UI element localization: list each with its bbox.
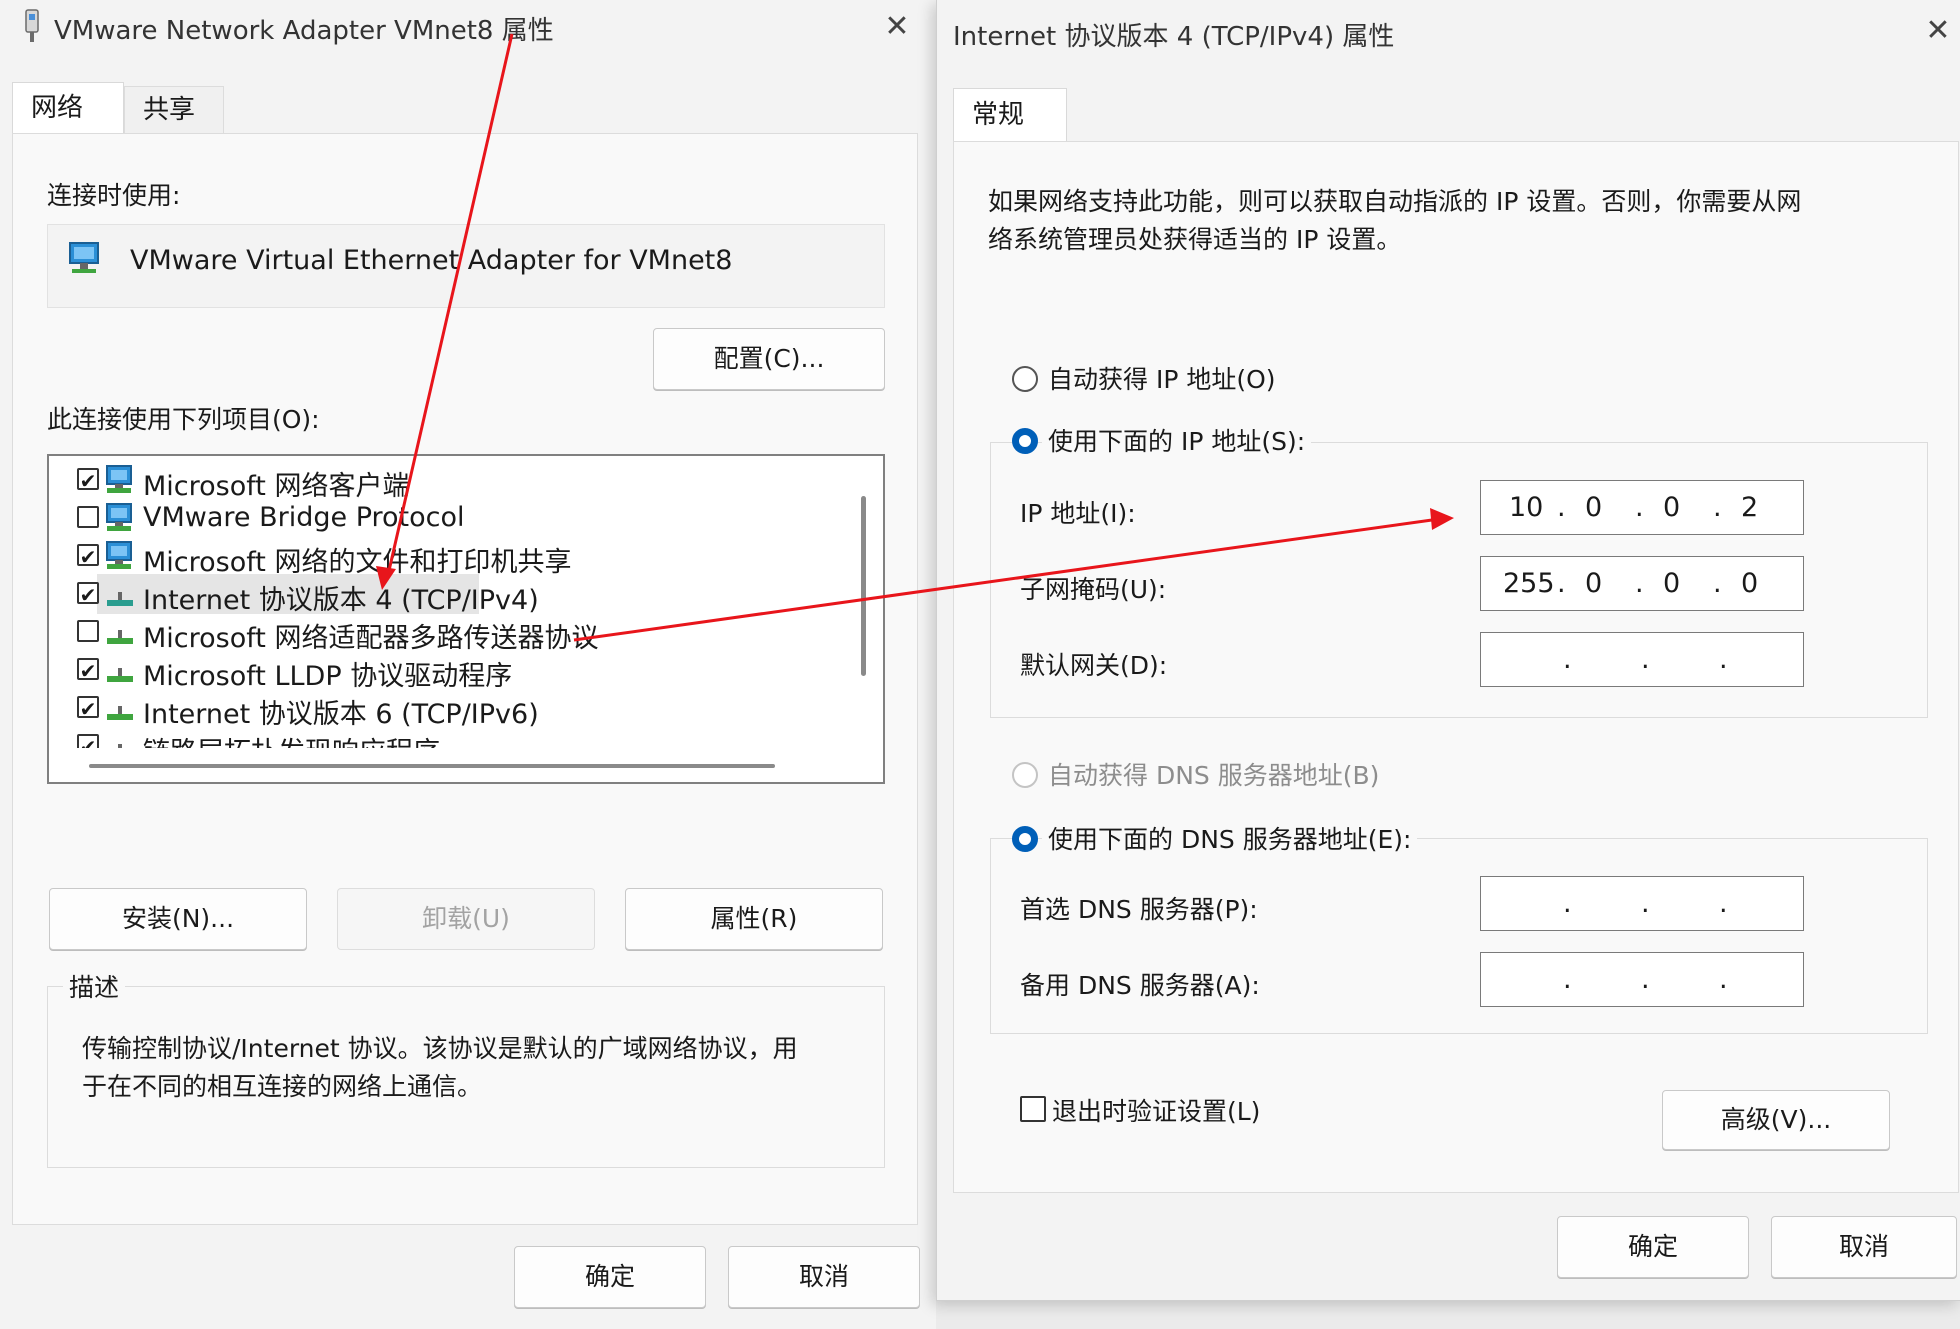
mask-octet-3: 0 (1663, 568, 1681, 599)
properties-button[interactable]: 属性(R) (625, 888, 883, 950)
tab-general[interactable]: 常规 (953, 88, 1067, 142)
install-button[interactable]: 安装(N)... (49, 888, 307, 950)
item-checkbox[interactable] (77, 620, 99, 642)
item-checkbox[interactable]: ✔ (77, 696, 99, 720)
mask-octet-4: 0 (1741, 568, 1759, 599)
network-adapter-icon (25, 9, 39, 42)
bridge-protocol-icon (106, 503, 132, 531)
manual-dns-radio[interactable] (1012, 826, 1038, 852)
item-label: VMware Bridge Protocol (143, 502, 465, 533)
ipv4-cancel-button[interactable]: 取消 (1771, 1216, 1957, 1278)
ip-dot: . (1641, 964, 1650, 995)
ip-dot: . (1641, 888, 1650, 919)
auto-dns-radio[interactable] (1012, 762, 1038, 788)
ip-dot: . (1635, 568, 1644, 599)
adapter-name: VMware Virtual Ethernet Adapter for VMne… (130, 245, 733, 276)
validate-on-exit-label: 退出时验证设置(L) (1052, 1097, 1261, 1126)
connect-using-label: 连接时使用: (47, 181, 181, 210)
manual-dns-label: 使用下面的 DNS 服务器地址(E): (1042, 820, 1418, 856)
item-checkbox[interactable]: ✔ (77, 468, 99, 492)
configure-button[interactable]: 配置(C)... (653, 328, 885, 390)
ip-dot: . (1719, 644, 1728, 675)
description-heading: 描述 (63, 968, 126, 1004)
ipv4-ok-button[interactable]: 确定 (1557, 1216, 1749, 1278)
intro-text-line-1: 如果网络支持此功能，则可以获取自动指派的 IP 设置。否则，你需要从网 (988, 187, 1802, 216)
ip-dot: . (1719, 888, 1728, 919)
protocol-icon (107, 668, 133, 682)
ip-dot: . (1713, 492, 1722, 523)
item-checkbox[interactable]: ✔ (77, 544, 99, 568)
ip-dot: . (1641, 644, 1650, 675)
tab-network[interactable]: 网络 (12, 82, 124, 134)
ethernet-adapter-icon (69, 242, 99, 273)
ip-octet-2: 0 (1585, 492, 1603, 523)
gateway-label: 默认网关(D): (1020, 651, 1168, 680)
preferred-dns-input[interactable]: . . . (1480, 876, 1804, 931)
file-printer-sharing-icon (106, 541, 132, 569)
adapter-name-box: VMware Virtual Ethernet Adapter for VMne… (47, 224, 885, 308)
item-checkbox[interactable]: ✔ (77, 582, 99, 606)
adapter-ok-button[interactable]: 确定 (514, 1246, 706, 1308)
tab-sharing-label: 共享 (143, 95, 196, 125)
description-text-line-1: 传输控制协议/Internet 协议。该协议是默认的广域网络协议，用 (82, 1034, 798, 1063)
subnet-mask-input[interactable]: 255 . 0 . 0 . 0 (1480, 556, 1804, 611)
uninstall-button[interactable]: 卸载(U) (337, 888, 595, 950)
ip-dot: . (1719, 964, 1728, 995)
ip-address-input[interactable]: 10 . 0 . 0 . 2 (1480, 480, 1804, 535)
general-tab-panel: 如果网络支持此功能，则可以获取自动指派的 IP 设置。否则，你需要从网 络系统管… (953, 141, 1959, 1193)
ip-dot: . (1557, 492, 1566, 523)
ip-octet-4: 2 (1741, 492, 1759, 523)
ipv4-dialog-titlebar: Internet 协议版本 4 (TCP/IPv4) 属性 ✕ (937, 0, 1960, 58)
protocol-icon (107, 706, 133, 720)
ip-address-label: IP 地址(I): (1020, 499, 1136, 528)
description-group: 传输控制协议/Internet 协议。该协议是默认的广域网络协议，用 于在不同的… (47, 986, 885, 1168)
adapter-dialog-title: VMware Network Adapter VMnet8 属性 (54, 16, 554, 46)
vertical-scrollbar[interactable] (861, 496, 866, 676)
ip-dot: . (1713, 568, 1722, 599)
auto-ip-label: 自动获得 IP 地址(O) (1048, 365, 1276, 394)
advanced-button[interactable]: 高级(V)... (1662, 1090, 1890, 1150)
ip-dot: . (1557, 568, 1566, 599)
ip-octet-1: 10 (1509, 492, 1544, 523)
gateway-input[interactable]: . . . (1480, 632, 1804, 687)
item-checkbox[interactable]: ✔ (77, 658, 99, 682)
mask-octet-1: 255 (1503, 568, 1555, 599)
tab-general-label: 常规 (972, 100, 1025, 130)
auto-ip-radio[interactable] (1012, 366, 1038, 392)
alternate-dns-label: 备用 DNS 服务器(A): (1020, 971, 1260, 1000)
adapter-cancel-button[interactable]: 取消 (728, 1246, 920, 1308)
ip-dot: . (1563, 888, 1572, 919)
mask-octet-2: 0 (1585, 568, 1603, 599)
subnet-mask-label: 子网掩码(U): (1020, 575, 1167, 604)
adapter-properties-dialog: VMware Network Adapter VMnet8 属性 ✕ 网络 共享… (0, 0, 936, 1329)
network-tab-panel: 连接时使用: VMware Virtual Ethernet Adapter f… (12, 133, 918, 1225)
auto-dns-label: 自动获得 DNS 服务器地址(B) (1048, 761, 1380, 790)
tab-sharing[interactable]: 共享 (124, 86, 224, 134)
component-list[interactable]: ✔ Microsoft 网络客户端 VMware Bridge Protocol… (47, 454, 885, 784)
adapter-dialog-titlebar: VMware Network Adapter VMnet8 属性 ✕ (0, 0, 936, 58)
item-checkbox[interactable] (77, 506, 99, 528)
manual-ip-label: 使用下面的 IP 地址(S): (1042, 422, 1312, 458)
protocol-icon (107, 592, 133, 606)
horizontal-scrollbar[interactable] (89, 764, 775, 768)
tab-network-label: 网络 (31, 93, 84, 123)
ip-octet-3: 0 (1663, 492, 1681, 523)
ip-dot: . (1563, 644, 1572, 675)
validate-on-exit-checkbox[interactable] (1020, 1096, 1046, 1122)
manual-ip-radio[interactable] (1012, 428, 1038, 454)
ipv4-dialog-title: Internet 协议版本 4 (TCP/IPv4) 属性 (953, 22, 1395, 52)
description-text-line-2: 于在不同的相互连接的网络上通信。 (82, 1072, 483, 1101)
alternate-dns-input[interactable]: . . . (1480, 952, 1804, 1007)
client-icon (106, 465, 132, 493)
ipv4-properties-dialog: Internet 协议版本 4 (TCP/IPv4) 属性 ✕ 常规 如果网络支… (936, 0, 1960, 1301)
ipv4-dialog-close-button[interactable]: ✕ (1921, 14, 1955, 48)
items-label: 此连接使用下列项目(O): (47, 405, 320, 434)
protocol-icon (107, 630, 133, 644)
intro-text-line-2: 络系统管理员处获得适当的 IP 设置。 (988, 225, 1402, 254)
ip-dot: . (1563, 964, 1572, 995)
ip-dot: . (1635, 492, 1644, 523)
preferred-dns-label: 首选 DNS 服务器(P): (1020, 895, 1258, 924)
adapter-dialog-close-button[interactable]: ✕ (880, 10, 914, 44)
